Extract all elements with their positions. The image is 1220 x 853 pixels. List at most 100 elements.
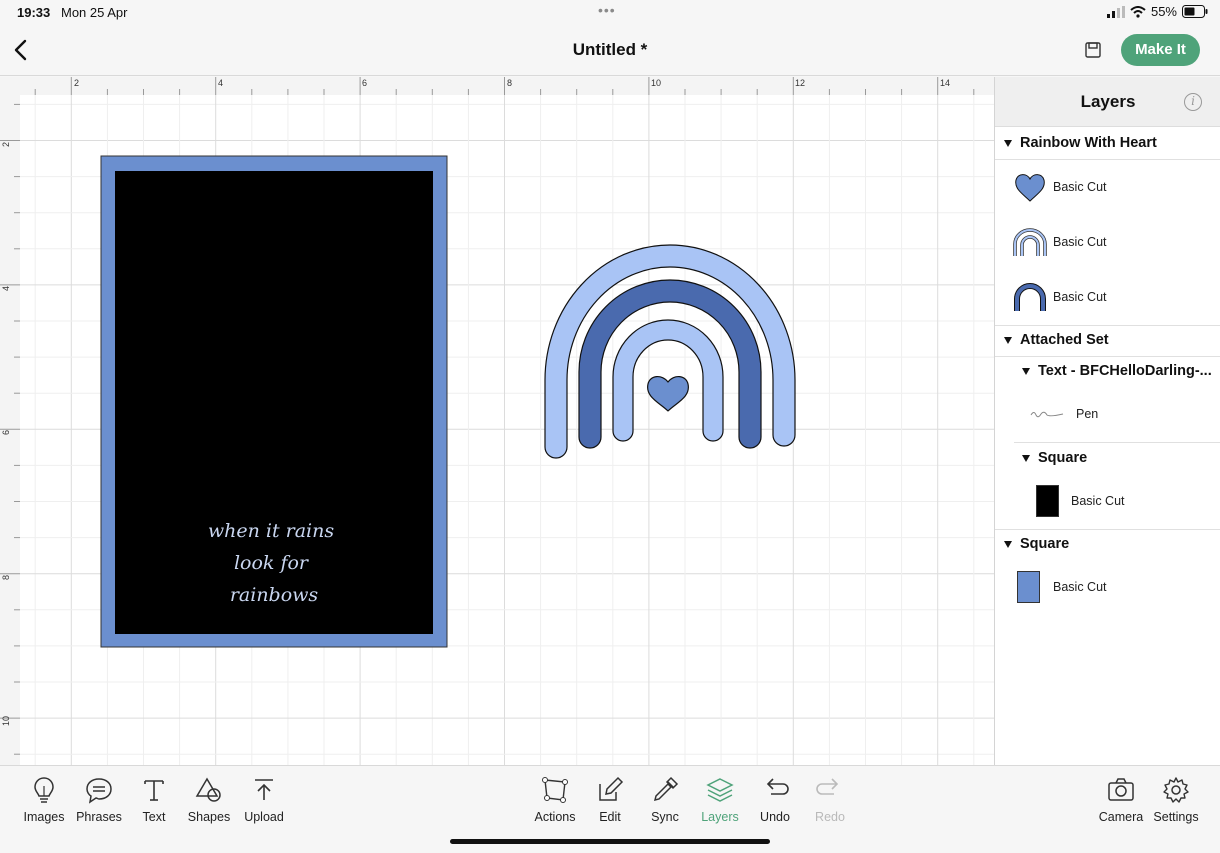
layers-stack-icon [706,778,734,802]
camera-icon [1108,778,1134,801]
shapes-icon [195,777,221,802]
sync-dropper-icon [653,776,679,802]
shapes-button[interactable]: Shapes [179,776,239,824]
undo-arrow-icon [766,778,789,795]
layer-subgroup-name: Square [1038,450,1088,466]
upload-arrow-icon [255,779,273,800]
design-canvas[interactable]: 2 4 6 8 10 12 14 2 4 6 8 10 when it rain… [0,77,994,765]
rainbow-heart [647,376,689,412]
ruler-left-2: 2 [1,142,11,147]
left-ruler [0,77,20,765]
text-button[interactable]: Text [124,776,184,824]
lightbulb-icon [34,777,54,803]
actions-label: Actions [534,810,576,824]
status-icons: 55% [1106,4,1208,19]
ruler-top-8: 8 [507,78,512,88]
collapse-triangle-icon[interactable] [1004,337,1012,344]
ruler-top-6: 6 [362,78,367,88]
edit-label: Edit [599,810,621,824]
settings-button[interactable]: Settings [1146,776,1206,824]
layer-item[interactable]: Basic Cut [1013,226,1213,260]
battery-icon [1182,5,1208,18]
document-title: Untitled * [572,40,648,59]
arc-thumbnail-icon [1014,283,1046,311]
divider [995,529,1220,530]
images-label: Images [23,810,65,824]
speech-bubble-icon [86,778,112,804]
status-bar: 19:33 Mon 25 Apr ••• 55% [0,0,1220,24]
images-button[interactable]: Images [14,776,74,824]
text-label: Text [142,810,166,824]
ruler-top-2: 2 [74,78,79,88]
card-text-line-2: look for [234,552,310,574]
camera-label: Camera [1098,810,1144,824]
layers-panel-header: Layers i [995,77,1220,127]
phrases-button[interactable]: Phrases [69,776,129,824]
pen-stroke-thumbnail-icon [1030,411,1064,418]
rainbow-inner-arc [612,319,724,442]
layer-subgroup-name: Text - BFCHelloDarling-... [1038,363,1212,379]
ruler-left-6: 6 [1,430,11,435]
layer-item[interactable]: Basic Cut [1013,171,1213,205]
canvas-grid: 2 4 6 8 10 12 14 2 4 6 8 10 when it rain… [0,77,994,765]
camera-button[interactable]: Camera [1091,776,1151,824]
card-text-line-3: rainbows [230,584,319,606]
divider [995,356,1220,357]
layer-item[interactable]: Basic Cut [1013,281,1213,315]
layer-group-name: Rainbow With Heart [1020,135,1157,151]
collapse-triangle-icon[interactable] [1004,140,1012,147]
top-ruler [0,77,994,95]
layer-item[interactable]: Basic Cut [1017,571,1207,605]
layer-item-label: Pen [1076,407,1099,421]
gear-icon [1163,777,1189,803]
card-text-line-1: when it rains [208,520,334,542]
layer-item[interactable]: Pen [1030,405,1210,425]
layer-item-label: Basic Cut [1071,494,1125,508]
redo-button[interactable]: Redo [800,776,860,824]
undo-label: Undo [760,810,790,824]
battery-percent: 55% [1150,4,1177,19]
collapse-triangle-icon[interactable] [1022,455,1030,462]
divider [995,159,1220,160]
divider [1014,442,1220,443]
save-icon[interactable] [1083,40,1103,60]
redo-label: Redo [815,810,845,824]
layer-group-name: Square [1020,536,1070,552]
actions-button[interactable]: Actions [525,776,585,824]
top-bar: Untitled * Make It [0,24,1220,76]
rainbow-arcs-thumbnail-icon [1013,228,1047,256]
layer-item[interactable]: Basic Cut [1036,485,1216,519]
ruler-top-14: 14 [940,78,950,88]
actions-nodes-icon [542,777,568,803]
make-it-button[interactable]: Make It [1121,34,1200,66]
shapes-label: Shapes [187,810,231,824]
upload-label: Upload [244,810,284,824]
clock: 19:33 [17,5,51,20]
edit-pencil-icon [599,776,624,801]
layers-label: Layers [701,810,739,824]
layer-group-name: Attached Set [1020,332,1109,348]
divider [995,325,1220,326]
layer-item-label: Basic Cut [1053,180,1107,194]
layer-item-label: Basic Cut [1053,235,1107,249]
phrases-label: Phrases [76,810,122,824]
edit-button[interactable]: Edit [580,776,640,824]
sync-label: Sync [651,810,679,824]
sync-button[interactable]: Sync [635,776,695,824]
collapse-triangle-icon[interactable] [1004,541,1012,548]
layers-button[interactable]: Layers [690,776,750,824]
ruler-top-12: 12 [795,78,805,88]
multitask-dots-icon[interactable]: ••• [598,2,616,18]
info-icon[interactable]: i [1184,93,1202,111]
layer-item-label: Basic Cut [1053,290,1107,304]
undo-button[interactable]: Undo [745,776,805,824]
date: Mon 25 Apr [61,5,128,20]
home-indicator[interactable] [450,839,770,844]
ruler-left-4: 4 [1,286,11,291]
signal-icon [1106,5,1125,18]
layers-panel: Layers i Rainbow With Heart Basic Cut Ba… [994,77,1220,765]
ruler-left-10: 10 [1,716,11,726]
ruler-left-8: 8 [1,575,11,580]
upload-button[interactable]: Upload [234,776,294,824]
collapse-triangle-icon[interactable] [1022,368,1030,375]
